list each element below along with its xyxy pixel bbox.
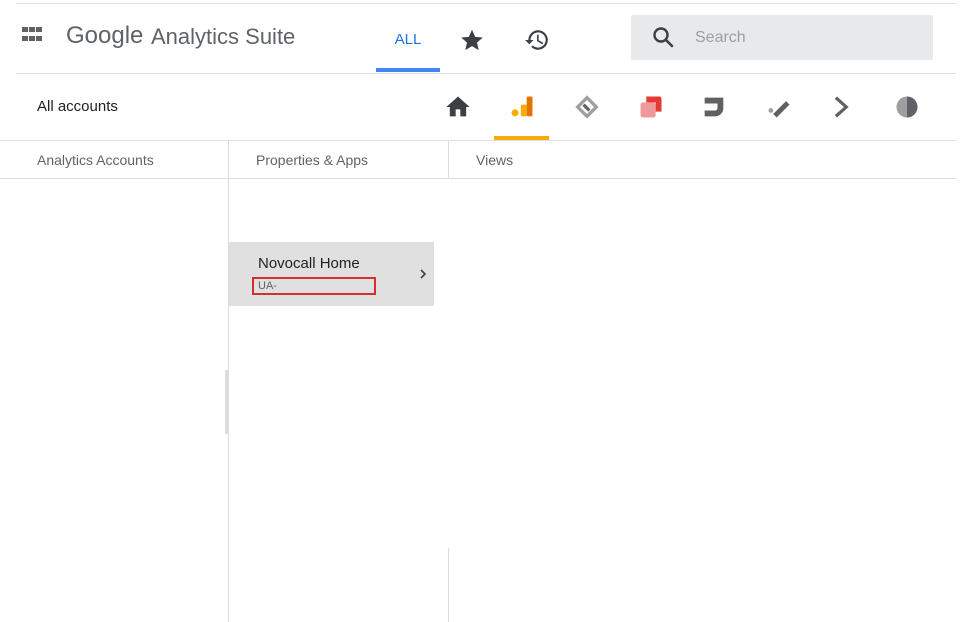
apps-grid-icon[interactable] <box>22 27 42 43</box>
column-divider <box>448 141 449 178</box>
property-list-item[interactable] <box>229 242 434 306</box>
brand-product-name: Analytics Suite <box>151 24 296 49</box>
brand-google: Google <box>66 22 144 49</box>
attribution-icon[interactable] <box>830 93 858 121</box>
all-accounts-label[interactable]: All accounts <box>37 98 118 115</box>
search-input[interactable]: Search <box>695 29 746 47</box>
audience-center-icon[interactable] <box>893 93 921 121</box>
accounts-bar <box>0 72 956 141</box>
column-header-accounts: Analytics Accounts <box>37 152 154 168</box>
surveys-icon[interactable] <box>765 93 793 121</box>
home-icon[interactable] <box>444 93 472 121</box>
column-resize-handle[interactable] <box>225 370 229 434</box>
column-divider <box>448 548 449 622</box>
property-name: Novocall Home <box>258 255 360 272</box>
highlight-box <box>252 277 376 295</box>
favorites-star-icon[interactable] <box>459 27 485 53</box>
data-studio-icon[interactable] <box>700 93 728 121</box>
optimize-icon[interactable] <box>637 93 665 121</box>
search-icon <box>653 27 674 48</box>
column-header-views: Views <box>476 152 514 168</box>
recent-history-icon[interactable] <box>524 27 550 53</box>
chevron-right-icon[interactable] <box>417 266 431 282</box>
tag-manager-icon[interactable] <box>573 93 601 121</box>
column-header-properties: Properties & Apps <box>256 152 369 168</box>
analytics-icon[interactable] <box>508 93 536 121</box>
tab-all[interactable]: ALL <box>376 28 440 72</box>
search-bar[interactable]: Search <box>631 15 933 60</box>
analytics-selected-underline <box>494 136 549 140</box>
